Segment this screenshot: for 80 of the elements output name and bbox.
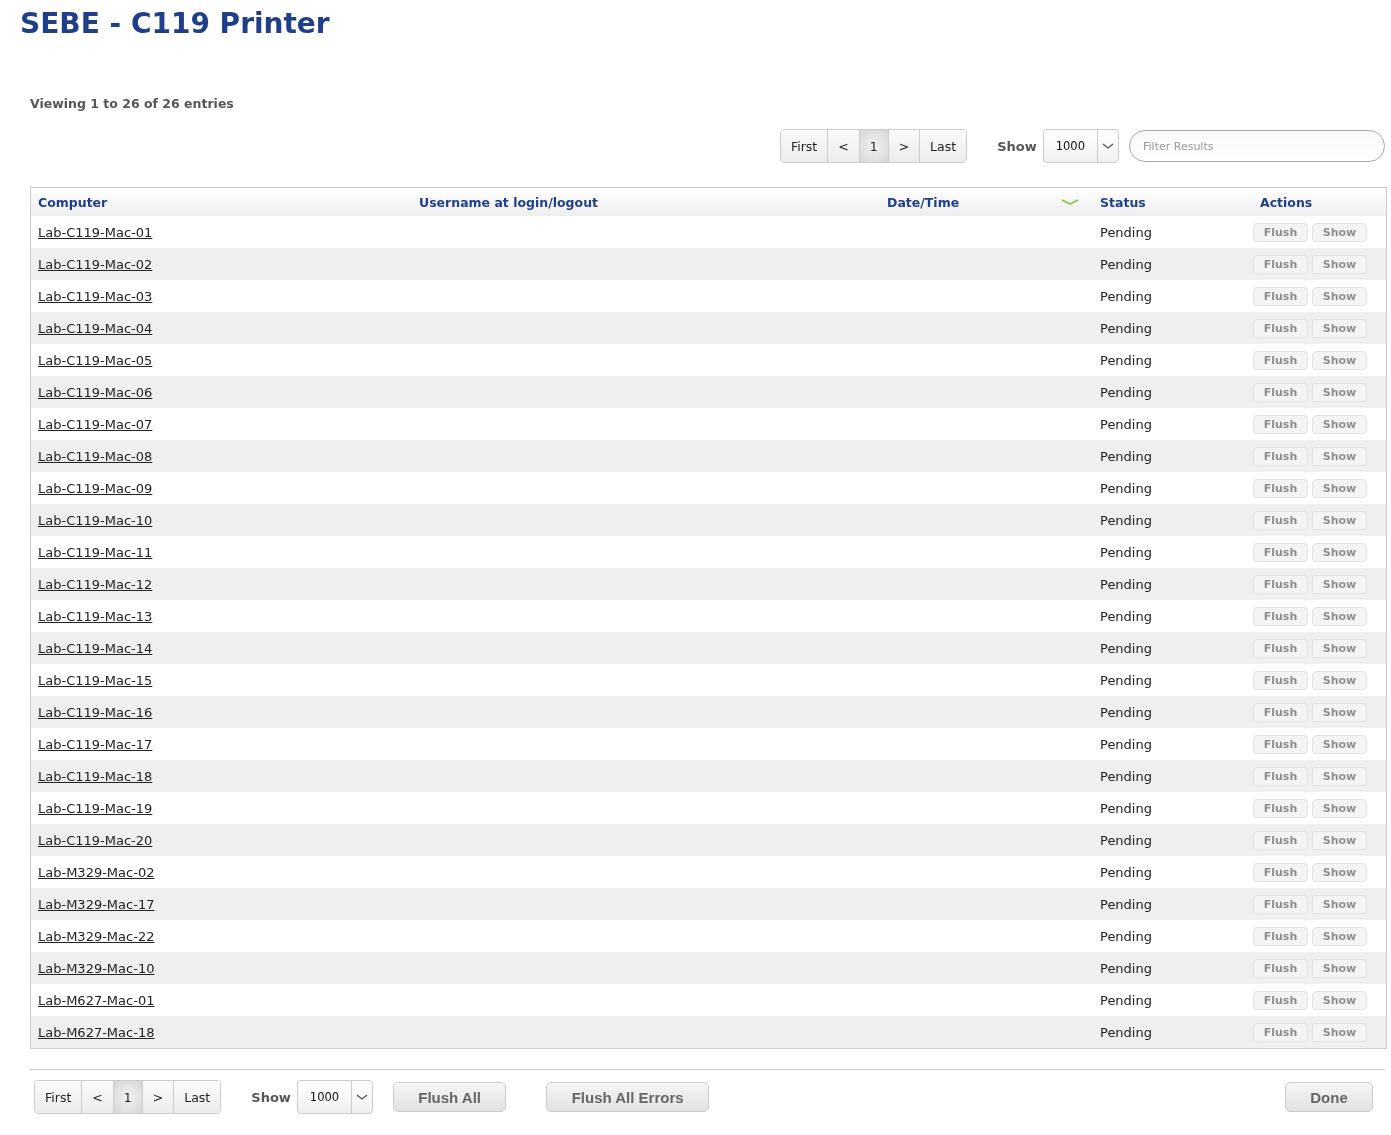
computer-link[interactable]: Lab-C119-Mac-17 <box>38 736 153 752</box>
pagination-button[interactable]: 1 <box>859 130 889 162</box>
status-text: Pending <box>1100 800 1152 816</box>
filter-field[interactable]: Filter Results <box>1129 130 1385 162</box>
computer-link[interactable]: Lab-C119-Mac-14 <box>38 640 153 656</box>
status-text: Pending <box>1100 768 1152 784</box>
status-text: Pending <box>1100 256 1152 272</box>
entries-summary: Viewing 1 to 26 of 26 entries <box>30 96 235 111</box>
computer-link[interactable]: Lab-M329-Mac-17 <box>38 896 155 912</box>
pagination-button[interactable]: First <box>35 1081 83 1113</box>
computer-link[interactable]: Lab-C119-Mac-11 <box>38 544 153 560</box>
column-header[interactable]: Status <box>1100 194 1146 210</box>
status-text: Pending <box>1100 544 1152 560</box>
page-title: SEBE - C119 Printer <box>20 6 331 42</box>
pagination-button[interactable]: < <box>828 130 860 162</box>
flush-button[interactable]: Flush All Errors <box>546 1082 710 1112</box>
status-text: Pending <box>1100 672 1152 688</box>
computer-link[interactable]: Lab-C119-Mac-05 <box>38 352 153 368</box>
done-button[interactable]: Done <box>1285 1082 1373 1112</box>
status-text: Pending <box>1100 928 1152 944</box>
computer-link[interactable]: Lab-M329-Mac-10 <box>38 960 155 976</box>
computer-link[interactable]: Lab-C119-Mac-04 <box>38 320 153 336</box>
column-header[interactable]: Actions <box>1260 194 1313 210</box>
computer-link[interactable]: Lab-C119-Mac-10 <box>38 512 153 528</box>
status-text: Pending <box>1100 384 1152 400</box>
status-text: Pending <box>1100 480 1152 496</box>
computer-link[interactable]: Lab-M627-Mac-18 <box>38 1024 155 1040</box>
computer-link[interactable]: Lab-C119-Mac-15 <box>38 672 153 688</box>
computer-link[interactable]: Lab-C119-Mac-13 <box>38 608 153 624</box>
status-text: Pending <box>1100 608 1152 624</box>
pagination-button[interactable]: < <box>82 1081 114 1113</box>
pagination-button[interactable]: Last <box>920 130 967 162</box>
status-text: Pending <box>1100 448 1152 464</box>
sort-chevron-icon[interactable] <box>1061 198 1079 206</box>
status-text: Pending <box>1100 704 1152 720</box>
status-text: Pending <box>1100 1024 1152 1040</box>
status-text: Pending <box>1100 320 1152 336</box>
status-text: Pending <box>1100 576 1152 592</box>
show-label: Show <box>251 1089 291 1105</box>
status-text: Pending <box>1100 736 1152 752</box>
status-text: Pending <box>1100 832 1152 848</box>
computer-link[interactable]: Lab-C119-Mac-09 <box>38 480 153 496</box>
pagination-button[interactable]: > <box>142 1081 175 1113</box>
computer-link[interactable]: Lab-C119-Mac-18 <box>38 768 153 784</box>
status-text: Pending <box>1100 224 1152 240</box>
computer-link[interactable]: Lab-C119-Mac-20 <box>38 832 153 848</box>
computer-link[interactable]: Lab-C119-Mac-08 <box>38 448 153 464</box>
pagination-button[interactable]: First <box>780 130 829 162</box>
show-label: Show <box>997 138 1037 154</box>
column-header[interactable]: Username at login/logout <box>419 194 599 210</box>
computer-link[interactable]: Lab-M329-Mac-22 <box>38 928 155 944</box>
status-text: Pending <box>1100 352 1152 368</box>
chevron-down-icon <box>356 1093 369 1101</box>
status-text: Pending <box>1100 640 1152 656</box>
column-header[interactable]: Date/Time <box>887 194 960 210</box>
computer-link[interactable]: Lab-C119-Mac-07 <box>38 416 153 432</box>
computer-link[interactable]: Lab-C119-Mac-02 <box>38 256 153 272</box>
status-text: Pending <box>1100 896 1152 912</box>
computer-link[interactable]: Lab-C119-Mac-16 <box>38 704 153 720</box>
status-text: Pending <box>1100 992 1152 1008</box>
column-header[interactable]: Computer <box>38 194 108 210</box>
pagination-button[interactable]: Last <box>174 1081 221 1113</box>
status-text: Pending <box>1100 512 1152 528</box>
status-text: Pending <box>1100 416 1152 432</box>
computer-link[interactable]: Lab-M627-Mac-01 <box>38 992 155 1008</box>
page-size-select[interactable]: 1000 <box>1042 129 1119 163</box>
flush-button[interactable]: Flush All <box>393 1082 507 1112</box>
page-size-select[interactable]: 1000 <box>296 1080 374 1114</box>
computer-link[interactable]: Lab-C119-Mac-01 <box>38 224 153 240</box>
status-text: Pending <box>1100 288 1152 304</box>
computer-link[interactable]: Lab-C119-Mac-12 <box>38 576 153 592</box>
status-text: Pending <box>1100 960 1152 976</box>
computer-link[interactable]: Lab-C119-Mac-19 <box>38 800 153 816</box>
pagination-button[interactable]: 1 <box>113 1081 143 1113</box>
status-text: Pending <box>1100 864 1152 880</box>
chevron-down-icon <box>1102 142 1114 150</box>
computer-link[interactable]: Lab-C119-Mac-03 <box>38 288 153 304</box>
computer-link[interactable]: Lab-C119-Mac-06 <box>38 384 153 400</box>
computer-link[interactable]: Lab-M329-Mac-02 <box>38 864 155 880</box>
pagination-button[interactable]: > <box>888 130 921 162</box>
